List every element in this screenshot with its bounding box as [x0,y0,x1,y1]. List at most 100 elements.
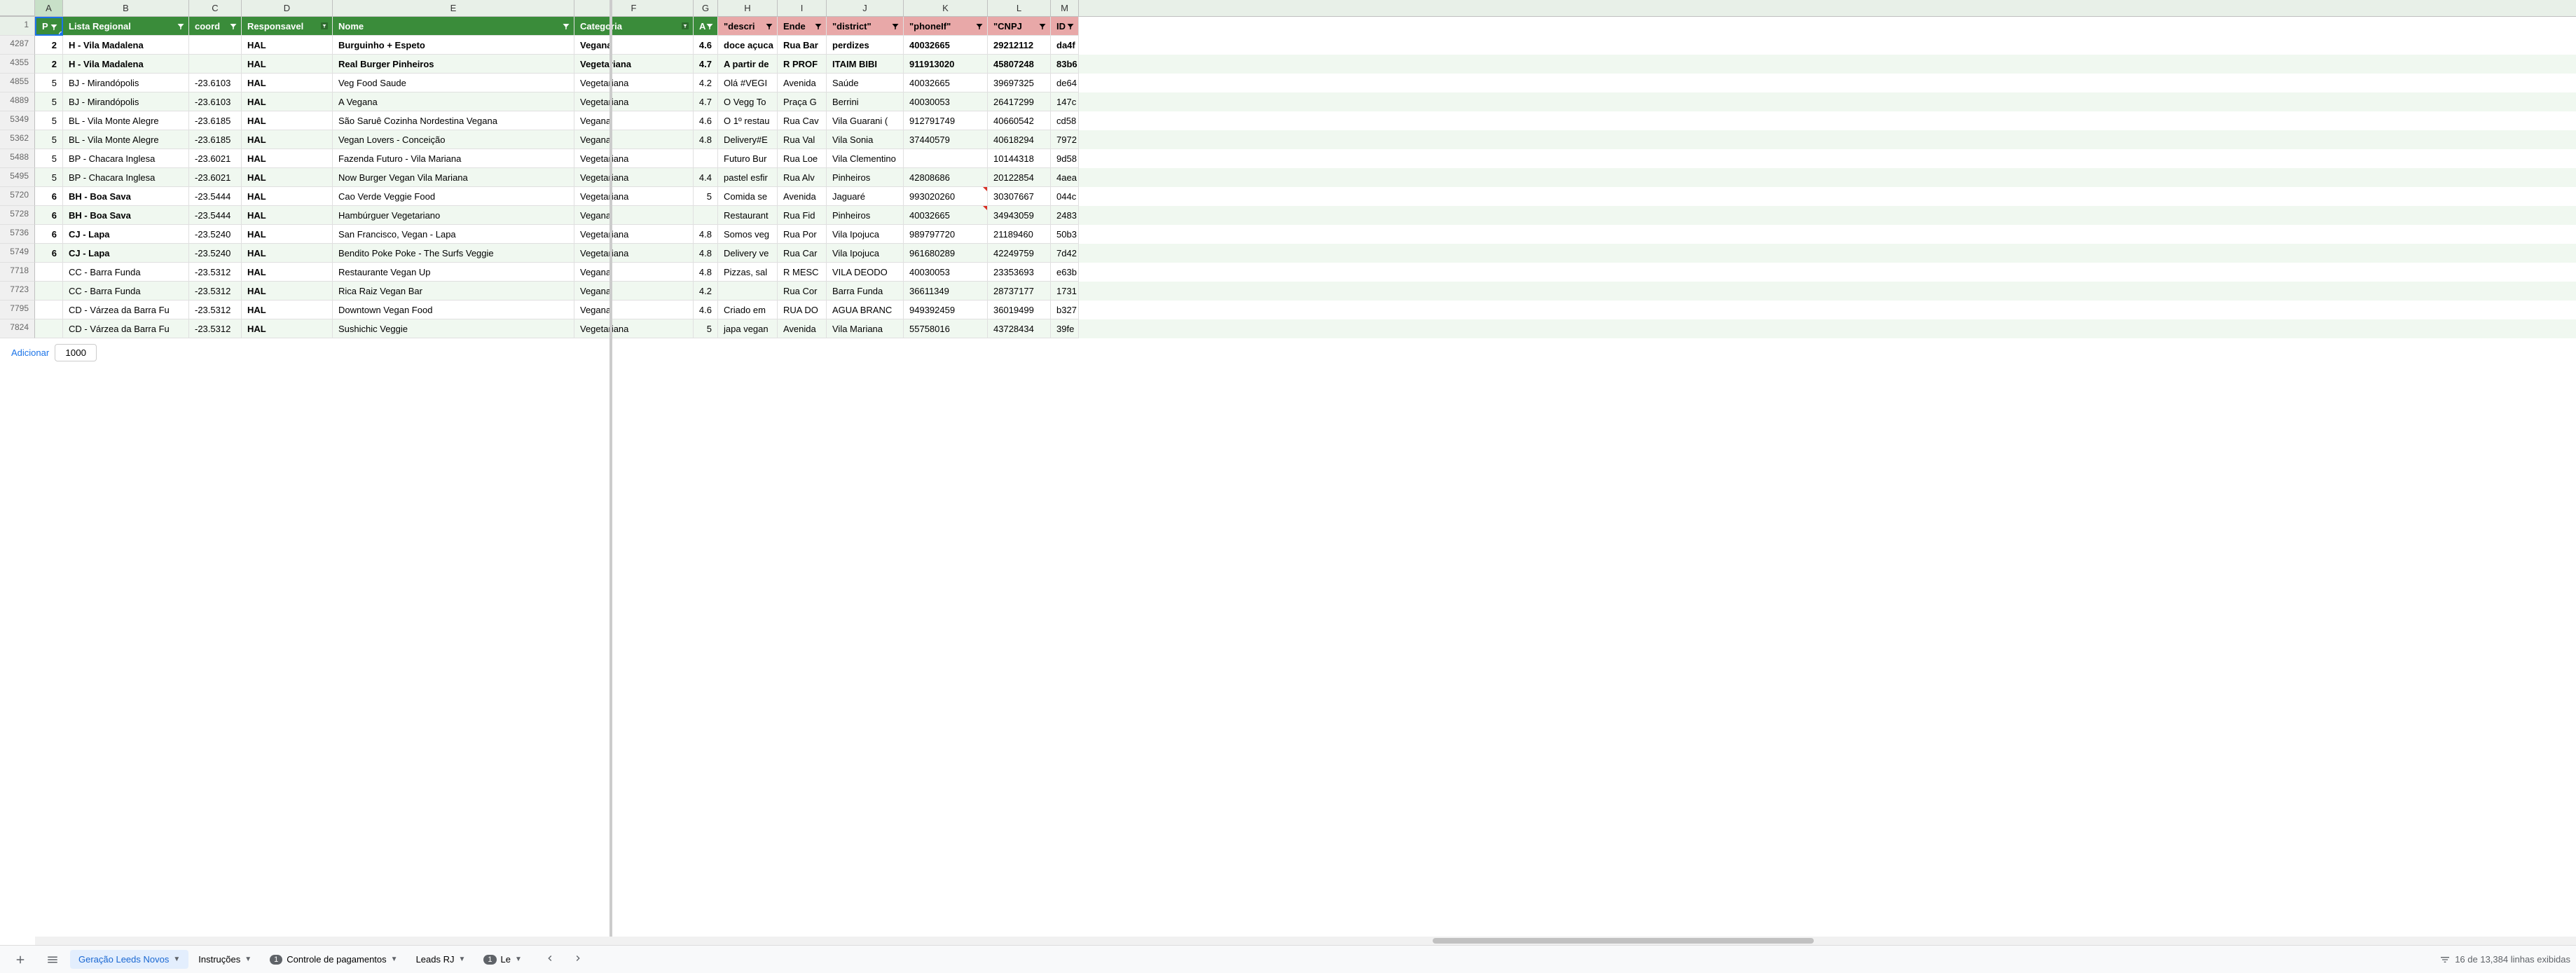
cell-F[interactable]: Vegana [574,282,694,301]
cell-M[interactable]: 1731 [1051,282,1079,301]
filter-icon[interactable] [176,21,186,31]
cell-I[interactable]: R PROF [778,55,827,74]
cell-G[interactable]: 4.6 [694,36,718,55]
cell-B[interactable]: BJ - Mirandópolis [63,92,189,111]
column-header-H[interactable]: H [718,0,778,16]
cell-G[interactable]: 4.8 [694,244,718,263]
cell-F[interactable]: Vegetariana [574,149,694,168]
cell-A[interactable]: 5 [35,149,63,168]
cell-A[interactable]: 5 [35,92,63,111]
row-header[interactable]: 7718 [0,263,35,282]
cell-K[interactable]: 42808686 [904,168,988,187]
cell-F[interactable]: Vegana [574,36,694,55]
cell-M[interactable]: b327 [1051,301,1079,319]
cell-J[interactable]: Pinheiros [827,168,904,187]
header-cell-H[interactable]: "descri [718,17,778,36]
cell-E[interactable]: Downtown Vegan Food [333,301,574,319]
cell-I[interactable]: Avenida [778,187,827,206]
cell-I[interactable]: Rua Fid [778,206,827,225]
cell-F[interactable]: Vegetariana [574,319,694,338]
cell-E[interactable]: Bendito Poke Poke - The Surfs Veggie [333,244,574,263]
cell-H[interactable]: Delivery ve [718,244,778,263]
cell-A[interactable] [35,282,63,301]
cell-F[interactable]: Vegetariana [574,244,694,263]
cell-F[interactable]: Vegana [574,111,694,130]
cell-L[interactable]: 40618294 [988,130,1051,149]
cell-I[interactable]: Rua Cav [778,111,827,130]
cell-C[interactable]: -23.6021 [189,168,242,187]
header-cell-E[interactable]: Nome [333,17,574,36]
cell-A[interactable]: 5 [35,111,63,130]
row-header[interactable]: 4855 [0,74,35,92]
filter-active-icon[interactable] [319,21,329,31]
scrollbar-thumb[interactable] [1433,938,1814,944]
cell-G[interactable]: 5 [694,187,718,206]
row-header[interactable]: 5349 [0,111,35,130]
cell-H[interactable]: O Vegg To [718,92,778,111]
cell-E[interactable]: Sushichic Veggie [333,319,574,338]
cell-H[interactable]: Comida se [718,187,778,206]
cell-I[interactable]: Rua Loe [778,149,827,168]
cell-A[interactable]: 6 [35,206,63,225]
row-header-1[interactable]: 1 [0,17,35,36]
cell-D[interactable]: HAL [242,36,333,55]
cell-D[interactable]: HAL [242,111,333,130]
cell-K[interactable]: 989797720 [904,225,988,244]
cell-J[interactable]: Vila Mariana [827,319,904,338]
header-cell-C[interactable]: coord [189,17,242,36]
filter-icon[interactable] [890,21,900,31]
cell-B[interactable]: CD - Várzea da Barra Fu [63,319,189,338]
column-header-M[interactable]: M [1051,0,1079,16]
column-header-G[interactable]: G [694,0,718,16]
cell-E[interactable]: Hambúrguer Vegetariano [333,206,574,225]
cell-A[interactable]: 6 [35,244,63,263]
corner-cell[interactable] [0,0,35,16]
cell-G[interactable]: 4.2 [694,282,718,301]
cell-M[interactable]: 9d58 [1051,149,1079,168]
cell-D[interactable]: HAL [242,244,333,263]
cell-D[interactable]: HAL [242,206,333,225]
cell-L[interactable]: 42249759 [988,244,1051,263]
sheet-tab[interactable]: Leads RJ▼ [408,950,474,969]
cell-E[interactable]: Vegan Lovers - Conceição [333,130,574,149]
cell-F[interactable]: Vegetariana [574,74,694,92]
cell-K[interactable]: 37440579 [904,130,988,149]
sheet-tab[interactable]: Instruções▼ [190,950,260,969]
cell-G[interactable] [694,149,718,168]
freeze-pane-divider[interactable] [609,0,612,937]
cell-I[interactable]: Rua Car [778,244,827,263]
cell-F[interactable]: Vegana [574,130,694,149]
cell-C[interactable]: -23.6185 [189,130,242,149]
cell-C[interactable]: -23.5240 [189,244,242,263]
row-header[interactable]: 7824 [0,319,35,338]
cell-I[interactable]: Praça G [778,92,827,111]
cell-A[interactable]: 5 [35,74,63,92]
cell-K[interactable]: 993020260 [904,187,988,206]
cell-M[interactable]: 7972 [1051,130,1079,149]
cell-C[interactable]: -23.5312 [189,319,242,338]
header-cell-G[interactable]: A [694,17,718,36]
cell-D[interactable]: HAL [242,74,333,92]
cell-B[interactable]: BP - Chacara Inglesa [63,168,189,187]
cell-K[interactable]: 40030053 [904,92,988,111]
cell-I[interactable]: Avenida [778,74,827,92]
chevron-down-icon[interactable]: ▼ [515,955,522,963]
cell-K[interactable]: 40032665 [904,74,988,92]
cell-B[interactable]: CJ - Lapa [63,244,189,263]
cell-H[interactable]: Futuro Bur [718,149,778,168]
note-indicator[interactable] [983,187,987,191]
cell-K[interactable]: 949392459 [904,301,988,319]
cell-L[interactable]: 45807248 [988,55,1051,74]
column-header-I[interactable]: I [778,0,827,16]
cell-M[interactable]: 83b6 [1051,55,1079,74]
column-header-F[interactable]: F [574,0,694,16]
cell-F[interactable]: Vegetariana [574,168,694,187]
row-header[interactable]: 5495 [0,168,35,187]
filter-icon[interactable] [228,21,238,31]
row-header[interactable]: 4355 [0,55,35,74]
cell-K[interactable] [904,149,988,168]
filter-icon[interactable] [1066,21,1075,31]
filter-icon[interactable] [974,21,984,31]
cell-L[interactable]: 40660542 [988,111,1051,130]
cell-J[interactable]: ITAIM BIBI [827,55,904,74]
